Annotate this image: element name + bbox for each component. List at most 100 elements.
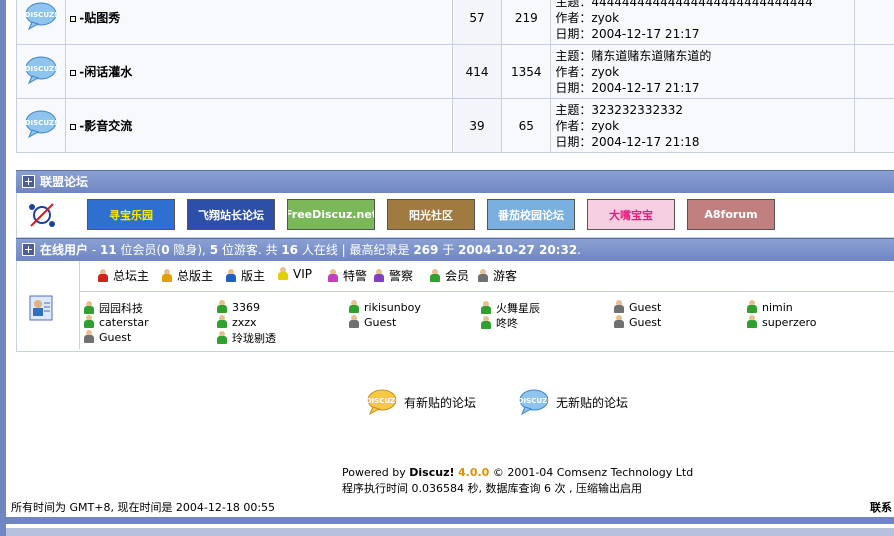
legend-item: 总版主 bbox=[162, 267, 213, 284]
lastpost-author: 作者：zyok bbox=[555, 118, 620, 133]
forum-posts: 65 bbox=[501, 98, 552, 153]
collapse-icon[interactable] bbox=[22, 243, 35, 256]
timezone-info: 所有时间为 GMT+8, 现在时间是 2004-12-18 00:55 bbox=[11, 501, 276, 514]
user-status-icon bbox=[747, 300, 757, 313]
partner-banner[interactable]: 飞翔站长论坛 bbox=[187, 199, 275, 230]
online-user[interactable]: superzero bbox=[747, 315, 817, 329]
user-group-icon bbox=[430, 269, 440, 282]
partner-banner[interactable]: 大嘴宝宝 bbox=[587, 199, 675, 230]
user-status-icon bbox=[349, 315, 359, 328]
online-user[interactable]: 火舞星辰 bbox=[481, 300, 540, 316]
lastpost-date: 日期：2004-12-17 21:18 bbox=[555, 134, 700, 149]
user-name: Guest bbox=[629, 316, 662, 329]
link-globe-icon bbox=[29, 203, 55, 227]
user-name: Guest bbox=[99, 331, 132, 344]
user-status-icon bbox=[614, 300, 624, 313]
online-user[interactable]: 玲珑剔透 bbox=[217, 330, 276, 346]
forum-name-link[interactable]: -贴图秀 bbox=[79, 11, 120, 25]
lastpost-subject[interactable]: 主题：44444444444444444444444444444 bbox=[555, 0, 853, 10]
forum-nonew-icon: DISCUZ! bbox=[24, 55, 58, 85]
discuz-link[interactable]: Discuz! bbox=[409, 466, 454, 479]
legend-label: 会员 bbox=[445, 269, 470, 283]
forum-row: DISCUZ! -闲话灌水 414 1354 主题：赌东道赌东道赌东道的 作者：… bbox=[15, 44, 894, 99]
user-name: Guest bbox=[629, 301, 662, 314]
user-name: 3369 bbox=[232, 301, 260, 314]
online-user-list: 园园科技 3369 rikisunboy 火舞星辰 Guest nimin catersta… bbox=[79, 292, 894, 349]
copyright-link[interactable]: © 2001-04 Comsenz Technology Ltd bbox=[489, 466, 693, 479]
user-group-icon bbox=[162, 269, 172, 282]
forum-name-link[interactable]: -影音交流 bbox=[79, 119, 132, 133]
user-name: zxzx bbox=[232, 316, 257, 329]
partner-banner[interactable]: A8forum bbox=[687, 199, 775, 230]
online-total: 16 bbox=[281, 243, 299, 257]
svg-text:DISCUZ!: DISCUZ! bbox=[25, 65, 58, 73]
group-legend: 总坛主 总版主 版主 VIP 特警 警察 会员 游客 bbox=[79, 261, 894, 292]
online-user[interactable]: Guest bbox=[614, 315, 661, 329]
legend-label: VIP bbox=[293, 267, 312, 281]
online-user[interactable]: nimin bbox=[747, 300, 793, 314]
online-header: 在线用户 - 11 位会员(0 隐身), 5 位游客. 共 16 人在线 | 最… bbox=[16, 238, 894, 261]
user-status-icon bbox=[217, 300, 227, 313]
user-status-icon bbox=[84, 301, 94, 314]
user-group-icon bbox=[98, 269, 108, 282]
partner-banner[interactable]: 番茄校园论坛 bbox=[487, 199, 575, 230]
bottom-border bbox=[6, 517, 894, 524]
online-panel: 总坛主 总版主 版主 VIP 特警 警察 会员 游客 园园科技 3369 rikisunboy 火舞… bbox=[16, 261, 894, 352]
legend-item: 游客 bbox=[478, 267, 517, 284]
user-status-icon bbox=[349, 300, 359, 313]
forum-posts: 1354 bbox=[501, 44, 552, 99]
legend-label: 游客 bbox=[493, 269, 518, 283]
exec-info: 程序执行时间 0.036584 秒, 数据库查询 6 次 , 压缩输出启用 bbox=[342, 482, 642, 495]
user-name: 玲珑剔透 bbox=[232, 332, 276, 345]
lastpost-author: 作者：zyok bbox=[555, 10, 620, 25]
legend-new-label: 有新贴的论坛 bbox=[404, 395, 477, 410]
forum-posts: 219 bbox=[501, 0, 552, 45]
forum-table: DISCUZ! -贴图秀 57 219 主题：44444444444444444… bbox=[15, 0, 894, 153]
lastpost-author: 作者：zyok bbox=[555, 64, 620, 79]
bottom-border-lower bbox=[6, 528, 894, 536]
online-user[interactable]: zxzx bbox=[217, 315, 257, 329]
user-group-icon bbox=[226, 269, 236, 282]
contact-link[interactable]: 联系 bbox=[870, 499, 892, 515]
forum-lastpost: 主题：赌东道赌东道赌东道的 作者：zyok 日期：2004-12-17 21:1… bbox=[550, 44, 855, 99]
online-user[interactable]: Guest bbox=[349, 315, 396, 329]
online-user[interactable]: rikisunboy bbox=[349, 300, 421, 314]
legend-item: 版主 bbox=[226, 267, 265, 284]
user-status-icon bbox=[84, 315, 94, 328]
svg-text:DISCUZ!: DISCUZ! bbox=[25, 119, 58, 127]
legend-label: 特警 bbox=[343, 269, 368, 283]
forum-nonew-icon: DISCUZ! bbox=[518, 389, 550, 416]
user-name: superzero bbox=[762, 316, 817, 329]
legend-label: 版主 bbox=[241, 269, 266, 283]
online-user[interactable]: Guest bbox=[84, 330, 131, 344]
online-user[interactable]: Guest bbox=[614, 300, 661, 314]
online-user[interactable]: 咚咚 bbox=[481, 315, 518, 331]
lastpost-subject[interactable]: 主题：赌东道赌东道赌东道的 bbox=[555, 48, 853, 64]
partner-banner[interactable]: 阳光社区 bbox=[387, 199, 475, 230]
bullet-icon bbox=[70, 15, 77, 22]
user-name: rikisunboy bbox=[364, 301, 421, 314]
lastpost-subject[interactable]: 主题：323232332332 bbox=[555, 102, 853, 118]
online-user[interactable]: caterstar bbox=[84, 315, 149, 329]
expand-icon[interactable] bbox=[22, 175, 35, 188]
bullet-icon bbox=[70, 123, 77, 130]
online-label: 在线用户 bbox=[40, 243, 89, 257]
svg-text:DISCUZ!: DISCUZ! bbox=[366, 397, 398, 405]
forum-name-link[interactable]: -闲话灌水 bbox=[79, 65, 132, 79]
user-name: caterstar bbox=[99, 316, 149, 329]
legend-item: 警察 bbox=[374, 267, 413, 284]
online-record-date: 2004-10-27 20:32 bbox=[458, 243, 578, 257]
online-user[interactable]: 园园科技 bbox=[84, 300, 143, 316]
powered-by: Powered by Discuz! 4.0.0 © 2001-04 Comse… bbox=[342, 466, 694, 479]
partner-banner[interactable]: FreeDiscuz.net bbox=[287, 199, 375, 230]
svg-text:DISCUZ!: DISCUZ! bbox=[518, 397, 550, 405]
partner-banner[interactable]: 寻宝乐园 bbox=[87, 199, 175, 230]
user-name: 园园科技 bbox=[99, 302, 143, 315]
legend-nonew-posts: DISCUZ! 无新贴的论坛 bbox=[518, 388, 628, 416]
online-user[interactable]: 3369 bbox=[217, 300, 260, 314]
user-status-icon bbox=[217, 315, 227, 328]
user-group-icon bbox=[278, 267, 288, 280]
legend-nonew-label: 无新贴的论坛 bbox=[556, 395, 629, 410]
user-group-icon bbox=[478, 269, 488, 282]
user-status-icon bbox=[747, 315, 757, 328]
